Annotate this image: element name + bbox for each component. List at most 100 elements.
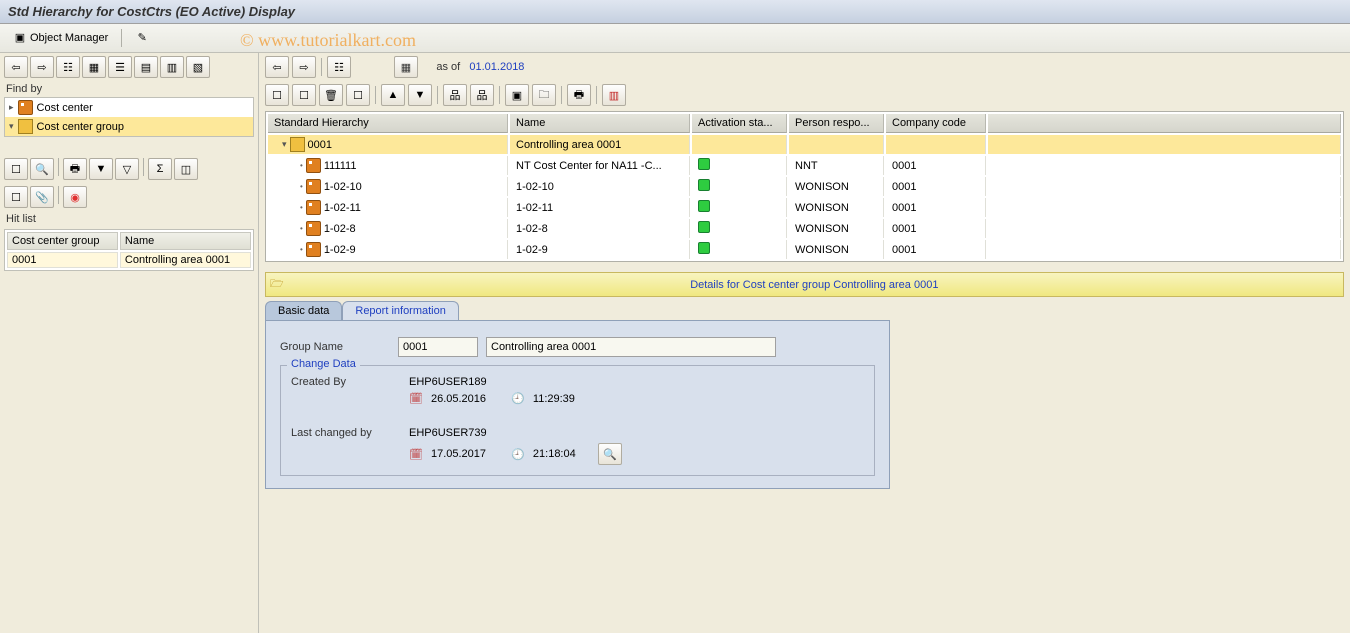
cost-center-icon [306,158,321,173]
separator [58,186,59,204]
hl-btn-1[interactable]: ☐ [4,158,28,180]
separator [321,58,322,76]
t2-12[interactable]: ▥ [602,84,626,106]
tool-3-button[interactable]: ☰ [108,56,132,78]
chevron-icon: ▾ [9,121,14,132]
hl-btn-6[interactable]: Σ [148,158,172,180]
group-icon [18,119,33,134]
cost-center-icon [306,242,321,257]
columns-icon: ▧ [193,61,203,74]
tool-2-button[interactable]: ▦ [82,56,106,78]
bullet-icon: • [300,203,303,212]
created-date: 26.05.2016 [431,393,486,405]
table-row[interactable]: • 1-02-10 1-02-10 WONISON 0001 [268,177,1341,196]
hl-btn-5[interactable]: ▽ [115,158,139,180]
calendar-icon: 🗓 [409,392,423,405]
row-name: 1-02-8 [510,219,690,238]
object-manager-button[interactable]: ▣ Object Manager [6,29,115,47]
status-active-icon [698,200,710,212]
row-activation [692,156,787,175]
row-company: 0001 [886,177,986,196]
arrow-left-icon: ⇦ [272,61,281,74]
hl-btn-4[interactable]: ▼ [89,158,113,180]
grid-col-header[interactable]: Activation sta... [692,114,787,133]
row-id: 1-02-10 [324,181,362,193]
t2-1[interactable]: ☐ [265,84,289,106]
t2-4[interactable]: ☐ [346,84,370,106]
t2-5[interactable]: ▲ [381,84,405,106]
collapse-icon: ▥ [167,61,177,74]
t2-2[interactable]: ☐ [292,84,316,106]
m-fwd-button[interactable]: ⇨ [292,56,316,78]
hitlist-row[interactable]: 0001Controlling area 0001 [7,252,251,268]
group-desc-field[interactable] [486,337,776,357]
find-tree-item[interactable]: ▸ Cost center [5,98,253,117]
hitlist-col[interactable]: Name [120,232,251,250]
hl-btn-10[interactable]: ◉ [63,186,87,208]
hl-btn-7[interactable]: ◫ [174,158,198,180]
hl-btn-2[interactable]: 🔍 [30,158,54,180]
group-code-field[interactable] [398,337,478,357]
up-icon: ▲ [388,89,399,101]
tool-5-button[interactable]: ▥ [160,56,184,78]
table-row[interactable]: ▾ 0001 Controlling area 0001 [268,135,1341,154]
as-of-label: as of [436,61,460,73]
main-toolbar-1: ⇦ ⇨ ☷ ▦ as of 01.01.2018 [259,53,1350,81]
table-row[interactable]: • 1-02-11 1-02-11 WONISON 0001 [268,198,1341,217]
m-back-button[interactable]: ⇦ [265,56,289,78]
hl-btn-9[interactable]: 📎 [30,186,54,208]
details-bar[interactable]: 🗁 Details for Cost center group Controll… [265,272,1344,297]
filter-icon: ▼ [96,163,107,175]
hl-btn-8[interactable]: ☐ [4,186,28,208]
nav-fwd-button[interactable]: ⇨ [30,56,54,78]
tab-basic-data[interactable]: Basic data [265,301,342,320]
wand-button[interactable]: ✎ [128,29,156,47]
tool-6-button[interactable]: ▧ [186,56,210,78]
nav-back-button[interactable]: ⇦ [4,56,28,78]
print-icon: 🖶 [574,86,584,105]
grid-col-header[interactable]: Name [510,114,690,133]
down-icon: ▼ [415,89,426,101]
row-id: 0001 [308,139,332,151]
date-layout-button[interactable]: ▦ [394,56,418,78]
tab-report-information[interactable]: Report information [342,301,459,320]
find-tree-item[interactable]: ▾ Cost center group [5,117,253,136]
m-btn-1[interactable]: ☷ [327,56,351,78]
as-of-date: 01.01.2018 [469,61,524,73]
hl-btn-3[interactable]: 🖶 [63,158,87,180]
grid-col-header[interactable]: Standard Hierarchy [268,114,508,133]
lookup-button[interactable]: 🔍 [598,443,622,465]
separator [375,86,376,104]
folder-open-icon: 🗁 [270,275,284,294]
main-toolbar-2: ☐ ☐ 🗑 ☐ ▲ ▼ 品 品 ▣ 🗀 🖶 ▥ [259,81,1350,109]
tool-1-button[interactable]: ☷ [56,56,80,78]
grid-col-header[interactable]: Person respo... [789,114,884,133]
clip-icon: 📎 [35,191,49,204]
move-icon: ☐ [353,89,363,102]
grid-col-header[interactable]: Company code [886,114,986,133]
list-icon: ☷ [63,61,73,74]
detail-tabs: Basic dataReport information [265,301,1344,320]
new-icon: ☐ [272,89,282,102]
tree-item-label: Cost center group [37,121,124,133]
t2-11[interactable]: 🖶 [567,84,591,106]
table-row[interactable]: • 1-02-9 1-02-9 WONISON 0001 [268,240,1341,259]
t2-3[interactable]: 🗑 [319,84,343,106]
chevron-icon: ▸ [9,102,14,113]
t2-7[interactable]: 品 [443,84,467,106]
separator [143,158,144,176]
separator [121,29,122,47]
wand-icon: ✎ [135,31,149,45]
t2-9[interactable]: ▣ [505,84,529,106]
t2-6[interactable]: ▼ [408,84,432,106]
hitlist-col[interactable]: Cost center group [7,232,118,250]
change-data-group: Change Data Created By EHP6USER189 🗓 26.… [280,365,875,476]
t2-10[interactable]: 🗀 [532,84,556,106]
table-row[interactable]: • 1-02-8 1-02-8 WONISON 0001 [268,219,1341,238]
t2-8[interactable]: 品 [470,84,494,106]
hitlist-table: Cost center groupName 0001Controlling ar… [4,229,254,271]
tool-4-button[interactable]: ▤ [134,56,158,78]
calendar-icon: 🗓 [409,448,423,461]
table-row[interactable]: • 111111 NT Cost Center for NA11 -C... N… [268,156,1341,175]
hitlist-toolbar-1: ☐ 🔍 🖶 ▼ ▽ Σ ◫ [0,155,258,183]
